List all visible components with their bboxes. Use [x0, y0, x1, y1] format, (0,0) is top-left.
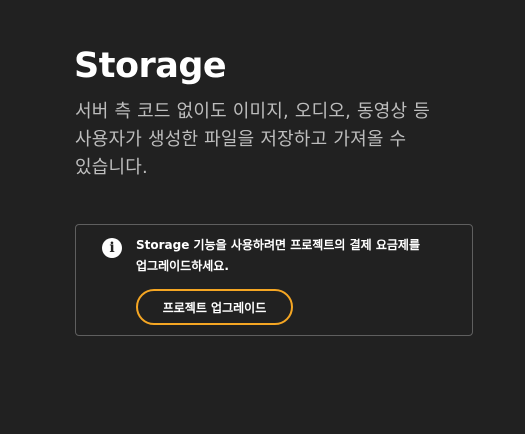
storage-page: Storage 서버 측 코드 없이도 이미지, 오디오, 동영상 등 사용자가…: [0, 0, 525, 434]
page-title: Storage: [74, 46, 227, 86]
upgrade-project-button[interactable]: 프로젝트 업그레이드: [136, 289, 293, 325]
info-icon: i: [102, 238, 122, 258]
page-description: 서버 측 코드 없이도 이미지, 오디오, 동영상 등 사용자가 생성한 파일을…: [75, 101, 430, 178]
upgrade-notice-card: i Storage 기능을 사용하려면 프로젝트의 결제 요금제를 업그레이드하…: [75, 224, 473, 336]
upgrade-notice-message: Storage 기능을 사용하려면 프로젝트의 결제 요금제를 업그레이드하세요…: [136, 238, 421, 273]
